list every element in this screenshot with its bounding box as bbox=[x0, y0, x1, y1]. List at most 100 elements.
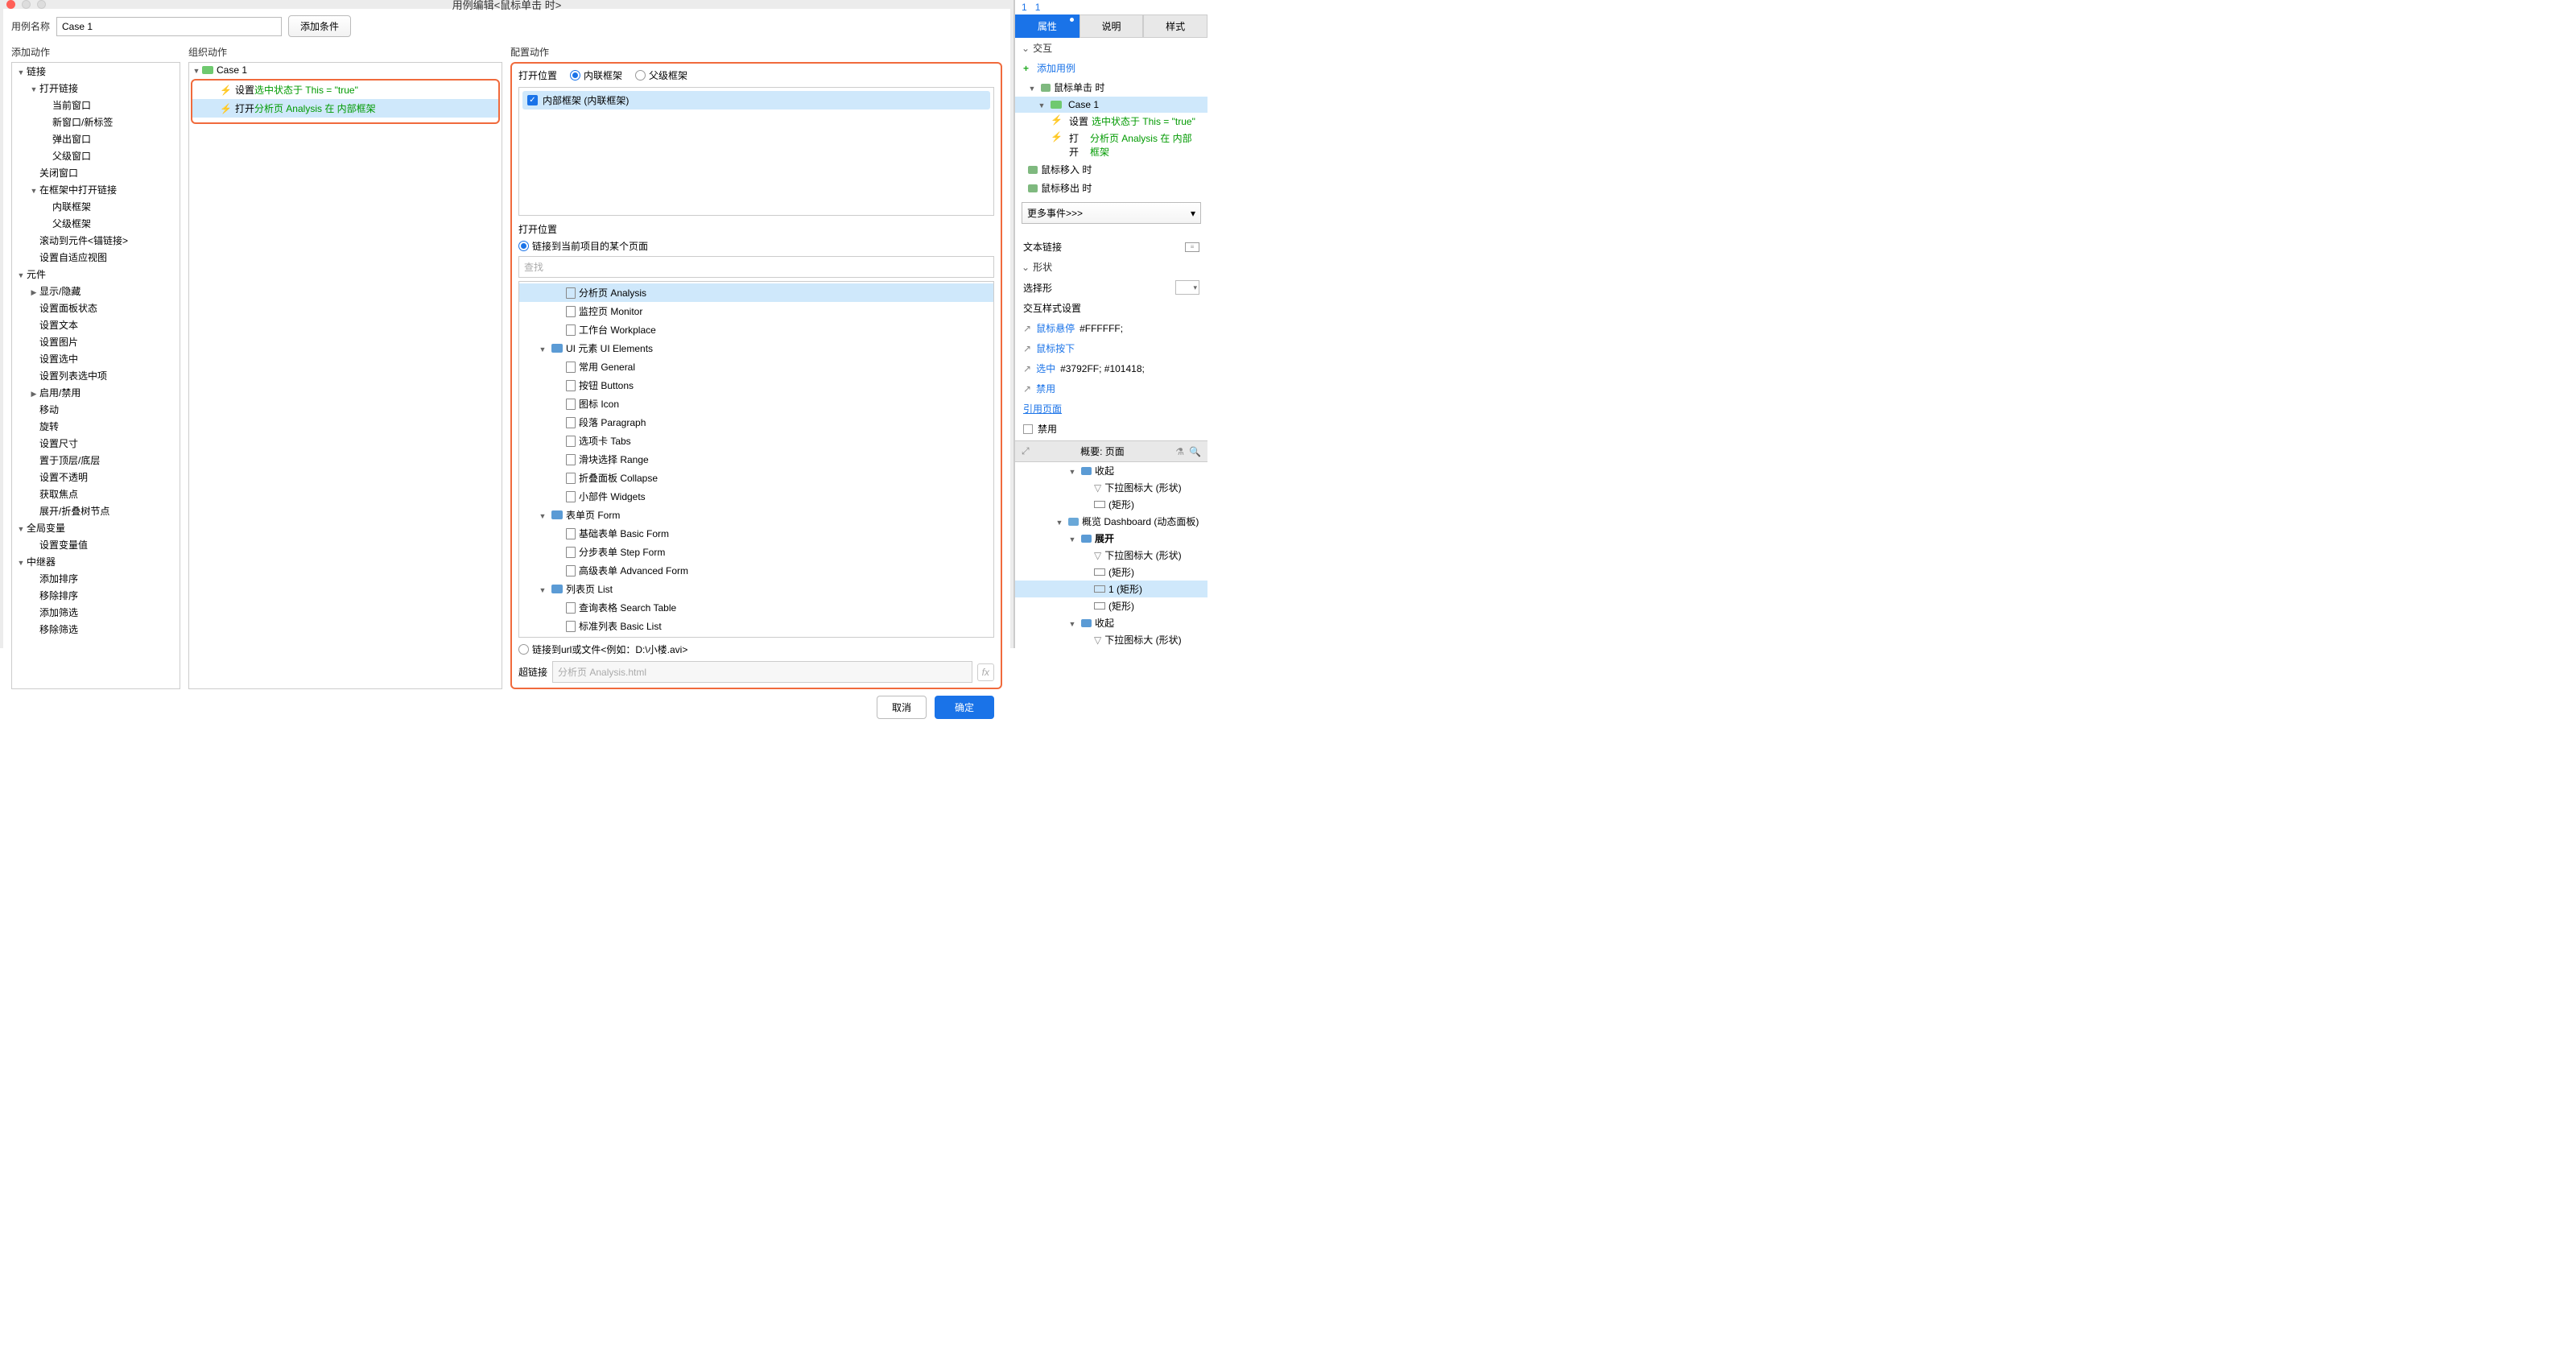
action-tree-item[interactable]: 弹出窗口 bbox=[12, 130, 180, 147]
case-row[interactable]: Case 1 bbox=[1015, 97, 1208, 113]
tab-style[interactable]: 样式 bbox=[1143, 14, 1208, 38]
action-tree-item[interactable]: 获取焦点 bbox=[12, 486, 180, 502]
add-condition-button[interactable]: 添加条件 bbox=[288, 15, 351, 37]
action-tree-item[interactable]: 设置列表选中项 bbox=[12, 367, 180, 384]
tab-properties[interactable]: 属性 bbox=[1015, 14, 1080, 38]
outline-item[interactable]: 1 (矩形) bbox=[1015, 581, 1208, 597]
frame-target-list[interactable]: ✓ 内部框架 (内联框架) bbox=[518, 87, 994, 216]
outline-tree[interactable]: 收起▽下拉图标大 (形状)(矩形)概览 Dashboard (动态面板)展开▽下… bbox=[1015, 462, 1208, 648]
page-tree-item[interactable]: 常用 General bbox=[519, 357, 993, 376]
action-tree-item[interactable]: 内联框架 bbox=[12, 198, 180, 215]
checkbox-icon[interactable]: ✓ bbox=[527, 95, 538, 105]
action-tree-item[interactable]: 设置变量值 bbox=[12, 536, 180, 553]
action-tree-item[interactable]: 当前窗口 bbox=[12, 97, 180, 114]
page-tree-item[interactable]: 分步表单 Step Form bbox=[519, 543, 993, 561]
outline-item[interactable]: 收起 bbox=[1015, 614, 1208, 631]
page-tree-item[interactable]: 工作台 Workplace bbox=[519, 320, 993, 339]
page-tree-item[interactable]: 图标 Icon bbox=[519, 395, 993, 413]
org-action-row[interactable]: ⚡打开 分析页 Analysis 在 内部框架 bbox=[192, 99, 498, 118]
action-tree-item[interactable]: 设置图片 bbox=[12, 333, 180, 350]
frame-target-item[interactable]: ✓ 内部框架 (内联框架) bbox=[522, 91, 990, 110]
page-link-tree[interactable]: 分析页 Analysis监控页 Monitor工作台 WorkplaceUI 元… bbox=[518, 281, 994, 638]
disable-checkbox[interactable] bbox=[1023, 424, 1033, 434]
action-tree-item[interactable]: 设置文本 bbox=[12, 316, 180, 333]
action-tree-item[interactable]: 移除排序 bbox=[12, 587, 180, 604]
action-tree-item[interactable]: 元件 bbox=[12, 266, 180, 283]
org-action-row[interactable]: ⚡设置 选中状态于 This = "true" bbox=[192, 81, 498, 99]
style-state-row[interactable]: ↗ 选中 #3792FF; #101418; bbox=[1015, 358, 1208, 378]
page-tree-item[interactable]: 监控页 Monitor bbox=[519, 302, 993, 320]
case-node[interactable]: Case 1 bbox=[189, 63, 502, 77]
action-tree-item[interactable]: 父级框架 bbox=[12, 215, 180, 232]
page-tree-item[interactable]: 查询表格 Search Table bbox=[519, 598, 993, 617]
page-tree-item[interactable]: 按钮 Buttons bbox=[519, 376, 993, 395]
action-tree-item[interactable]: 在框架中打开链接 bbox=[12, 181, 180, 198]
page-tree-item[interactable]: 列表页 List bbox=[519, 580, 993, 598]
action-tree-item[interactable]: 设置面板状态 bbox=[12, 300, 180, 316]
event-row[interactable]: 鼠标移入 时 bbox=[1015, 160, 1208, 179]
radio-link-current-project[interactable]: 链接到当前项目的某个页面 bbox=[518, 239, 994, 253]
outline-item[interactable]: ▽下拉图标大 (形状) bbox=[1015, 631, 1208, 648]
page-tree-item[interactable]: 分析页 Analysis bbox=[519, 283, 993, 302]
page-tree-item[interactable]: 折叠面板 Collapse bbox=[519, 469, 993, 487]
page-tree-item[interactable]: 段落 Paragraph bbox=[519, 413, 993, 432]
action-tree-item[interactable]: 显示/隐藏 bbox=[12, 283, 180, 300]
shape-selector[interactable] bbox=[1175, 280, 1199, 295]
cancel-button[interactable]: 取消 bbox=[877, 696, 927, 719]
action-tree-item[interactable]: 中继器 bbox=[12, 553, 180, 570]
page-tree-item[interactable]: 滑块选择 Range bbox=[519, 450, 993, 469]
action-tree-item[interactable]: 启用/禁用 bbox=[12, 384, 180, 401]
action-tree-item[interactable]: 移动 bbox=[12, 401, 180, 418]
action-tree-item[interactable]: 设置自适应视图 bbox=[12, 249, 180, 266]
page-tree-item[interactable]: 高级表单 Advanced Form bbox=[519, 561, 993, 580]
action-tree-item[interactable]: 移除筛选 bbox=[12, 621, 180, 638]
action-tree-item[interactable]: 关闭窗口 bbox=[12, 164, 180, 181]
outline-item[interactable]: (矩形) bbox=[1015, 597, 1208, 614]
outline-item[interactable]: (矩形) bbox=[1015, 564, 1208, 581]
outline-item[interactable]: (矩形) bbox=[1015, 496, 1208, 513]
event-row[interactable]: 鼠标单击 时 bbox=[1015, 78, 1208, 97]
outline-item[interactable]: 概览 Dashboard (动态面板) bbox=[1015, 513, 1208, 530]
page-tree-item[interactable]: UI 元素 UI Elements bbox=[519, 339, 993, 357]
filter-icon[interactable]: ⚗ bbox=[1175, 446, 1184, 457]
outline-item[interactable]: ▽下拉图标大 (形状) bbox=[1015, 547, 1208, 564]
more-events-dropdown[interactable]: 更多事件>>>▾ bbox=[1022, 202, 1201, 224]
event-action[interactable]: ⚡设置 选中状态于 This = "true" bbox=[1015, 113, 1208, 130]
case-name-input[interactable] bbox=[56, 17, 282, 36]
interactions-section[interactable]: 交互 bbox=[1015, 38, 1208, 58]
action-tree-item[interactable]: 父级窗口 bbox=[12, 147, 180, 164]
search-icon[interactable]: 🔍 bbox=[1189, 446, 1201, 457]
event-row[interactable]: 鼠标移出 时 bbox=[1015, 179, 1208, 197]
hyperlink-input[interactable]: 分析页 Analysis.html bbox=[552, 661, 972, 683]
radio-link-url[interactable]: 链接到url或文件<例如：D:\小楼.avi> bbox=[518, 643, 994, 656]
style-state-row[interactable]: ↗ 禁用 bbox=[1015, 378, 1208, 399]
action-tree-item[interactable]: 设置尺寸 bbox=[12, 435, 180, 452]
page-tree-item[interactable]: 表单页 Form bbox=[519, 506, 993, 524]
outline-item[interactable]: ▽下拉图标大 (形状) bbox=[1015, 479, 1208, 496]
outline-item[interactable]: 收起 bbox=[1015, 462, 1208, 479]
ok-button[interactable]: 确定 bbox=[935, 696, 994, 719]
page-tree-item[interactable]: 基础表单 Basic Form bbox=[519, 524, 993, 543]
ref-page-link[interactable]: 引用页面 bbox=[1023, 402, 1062, 415]
tab-notes[interactable]: 说明 bbox=[1080, 14, 1144, 38]
style-state-row[interactable]: ↗ 鼠标悬停 #FFFFFF; bbox=[1015, 318, 1208, 338]
action-tree-item[interactable]: 新窗口/新标签 bbox=[12, 114, 180, 130]
action-tree-item[interactable]: 添加筛选 bbox=[12, 604, 180, 621]
action-tree-item[interactable]: 添加排序 bbox=[12, 570, 180, 587]
page-tree-item[interactable]: 标准列表 Basic List bbox=[519, 617, 993, 635]
event-action[interactable]: ⚡打开 分析页 Analysis 在 内部框架 bbox=[1015, 130, 1208, 160]
action-tree-item[interactable]: 展开/折叠树节点 bbox=[12, 502, 180, 519]
action-tree-item[interactable]: 设置不透明 bbox=[12, 469, 180, 486]
outline-item[interactable]: 展开 bbox=[1015, 530, 1208, 547]
add-case-link[interactable]: +添加用例 bbox=[1015, 58, 1208, 78]
action-tree-item[interactable]: 旋转 bbox=[12, 418, 180, 435]
action-tree-item[interactable]: 置于顶层/底层 bbox=[12, 452, 180, 469]
radio-parent-frame[interactable]: 父级框架 bbox=[635, 68, 687, 82]
shape-section[interactable]: 形状 bbox=[1015, 257, 1208, 277]
page-tree-item[interactable]: 选项卡 Tabs bbox=[519, 432, 993, 450]
action-tree-item[interactable]: 全局变量 bbox=[12, 519, 180, 536]
radio-inline-frame[interactable]: 内联框架 bbox=[570, 68, 622, 82]
action-tree-item[interactable]: 链接 bbox=[12, 63, 180, 80]
action-tree-item[interactable]: 滚动到元件<锚链接> bbox=[12, 232, 180, 249]
action-tree-item[interactable]: 设置选中 bbox=[12, 350, 180, 367]
